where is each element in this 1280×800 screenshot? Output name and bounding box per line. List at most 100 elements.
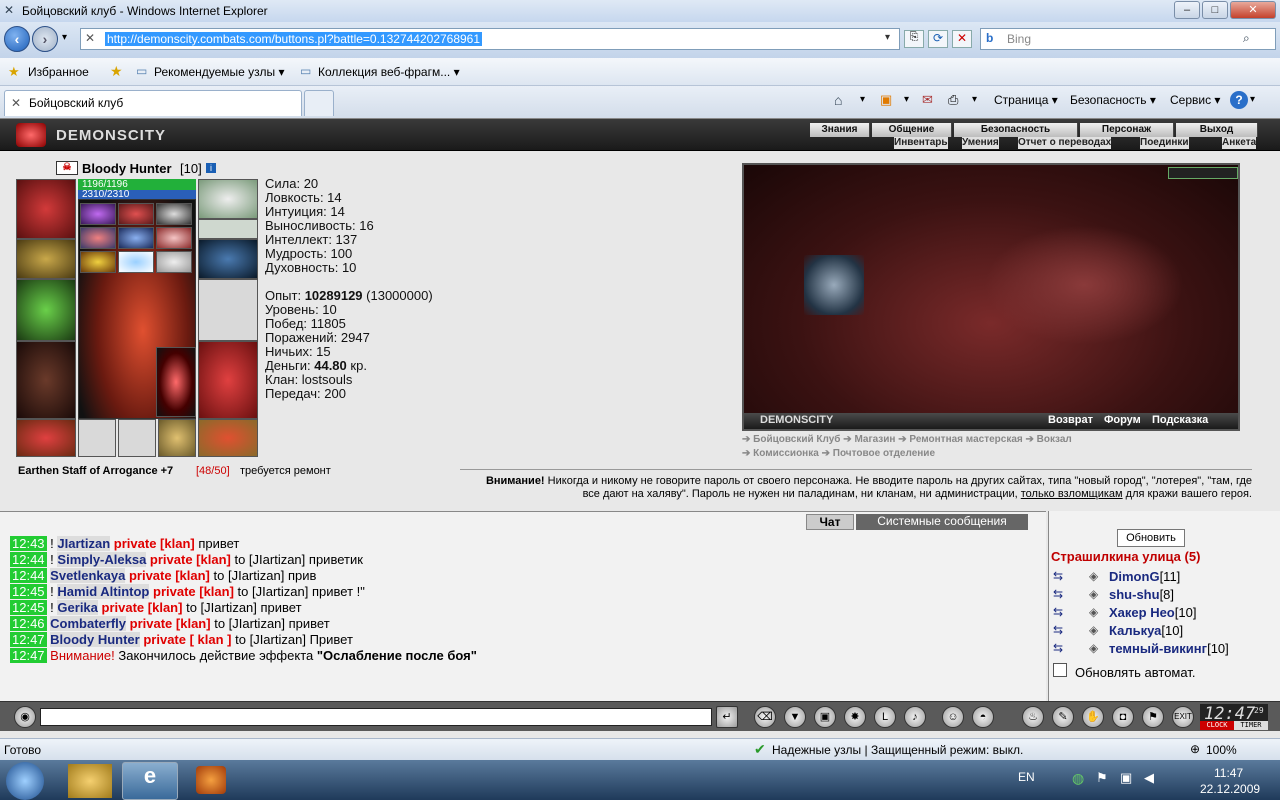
timer-label[interactable]: TIMER (1234, 721, 1268, 730)
shield-slot[interactable] (198, 279, 258, 341)
warning-link[interactable]: только взломщикам (1021, 488, 1123, 500)
orb-slot[interactable] (156, 347, 196, 417)
history-dropdown-icon[interactable]: ▾ (62, 32, 67, 43)
menu-fights[interactable]: Поединки (1140, 137, 1189, 149)
filter-icon[interactable]: ▼ (784, 706, 806, 728)
gloves-slot[interactable] (198, 239, 258, 279)
forum-link[interactable]: Форум (1104, 414, 1141, 426)
rss-icon[interactable]: ▣ (880, 92, 892, 108)
helmet-slot[interactable] (16, 179, 76, 239)
media-player-taskbar-icon[interactable] (196, 766, 226, 794)
scroll-icon[interactable]: ✎ (1052, 706, 1074, 728)
clan-icon[interactable]: ◈ (1089, 587, 1098, 601)
chat-sender[interactable]: Bloody Hunter (50, 632, 140, 647)
nav-shop[interactable]: ➔ Магазин (843, 434, 895, 445)
menu-inventory[interactable]: Инвентарь (894, 137, 948, 149)
home-dropdown-icon[interactable]: ▾ (860, 94, 865, 105)
pants-slot[interactable] (198, 341, 258, 419)
letter-icon[interactable]: L (874, 706, 896, 728)
armor-slot[interactable] (16, 341, 76, 419)
menu-exit[interactable]: Выход (1176, 123, 1258, 137)
scroll-slot[interactable] (158, 419, 196, 457)
auto-refresh-checkbox[interactable] (1053, 663, 1067, 677)
help-dropdown-icon[interactable]: ▾ (1250, 94, 1255, 105)
hand-icon[interactable]: ✋ (1082, 706, 1104, 728)
flag-tray-icon[interactable]: ⚑ (1096, 770, 1108, 786)
bag-icon[interactable]: ◘ (1112, 706, 1134, 728)
ie-taskbar-icon[interactable]: e (122, 762, 178, 800)
empty-slot[interactable] (78, 419, 116, 457)
hint-link[interactable]: Подсказка (1152, 414, 1208, 426)
boots-slot[interactable] (198, 419, 258, 457)
volume-tray-icon[interactable]: ◀ (1144, 770, 1154, 786)
new-tab-button[interactable] (304, 90, 334, 116)
favorites-item-suggested[interactable]: Рекомендуемые узлы ▾ (154, 65, 285, 79)
add-favorite-icon[interactable]: ★ (110, 63, 123, 80)
clear-icon[interactable]: ⌫ (754, 706, 776, 728)
menu-transfers[interactable]: Отчет о переводах (1018, 137, 1112, 149)
empty-slot[interactable] (118, 419, 156, 457)
belt-slot[interactable] (16, 419, 76, 457)
save-icon[interactable]: ▣ (814, 706, 836, 728)
private-message-icon[interactable]: ⇆ (1053, 623, 1063, 637)
minimize-button[interactable]: – (1174, 1, 1200, 19)
effect-icon[interactable] (80, 227, 116, 249)
clan-icon[interactable]: ◈ (1089, 569, 1098, 583)
zoom-level[interactable]: 100% (1206, 743, 1237, 757)
menu-communication[interactable]: Общение (872, 123, 952, 137)
bracers-slot[interactable] (16, 239, 76, 279)
effect-icon[interactable] (80, 251, 116, 273)
maximize-button[interactable]: □ (1202, 1, 1228, 19)
weapon-slot[interactable] (16, 279, 76, 341)
close-button[interactable]: ✕ (1230, 1, 1276, 19)
menu-profile[interactable]: Анкета (1222, 137, 1257, 149)
fighter-icon[interactable]: ✸ (844, 706, 866, 728)
compat-view-icon[interactable]: ⎘ (904, 30, 924, 48)
security-zone[interactable]: Надежные узлы | Защищенный режим: выкл. (772, 743, 1023, 757)
start-button[interactable] (6, 762, 44, 800)
network-tray-icon[interactable]: ◍ (1072, 770, 1084, 787)
page-menu[interactable]: Страница ▾ (994, 93, 1058, 107)
address-dropdown-icon[interactable]: ▾ (885, 32, 890, 43)
chat-sender[interactable]: Svetlenkaya (50, 568, 126, 583)
language-indicator[interactable]: EN (1018, 770, 1035, 784)
private-message-icon[interactable]: ⇆ (1053, 569, 1063, 583)
helmet-icon[interactable]: ◓ (972, 706, 994, 728)
nav-post[interactable]: ➔ Почтовое отделение (822, 448, 935, 459)
chat-sender[interactable]: Combaterfly (50, 616, 127, 631)
location-scene[interactable]: DEMONSCITY Возврат Форум Подсказка (742, 163, 1240, 431)
print-icon[interactable]: ⎙ (948, 92, 958, 108)
chat-input[interactable] (40, 708, 712, 726)
chat-sender[interactable]: Simply-Aleksa (57, 552, 147, 567)
nav-repair[interactable]: ➔ Ремонтная мастерская (898, 434, 1022, 445)
stop-icon[interactable]: ✕ (952, 30, 972, 48)
effect-icon[interactable] (80, 203, 116, 225)
nav-station[interactable]: ➔ Вокзал (1026, 434, 1072, 445)
tower-image[interactable] (804, 255, 864, 315)
exit-icon[interactable]: EXIT (1172, 706, 1194, 728)
building-image[interactable] (984, 225, 1184, 345)
online-player[interactable]: DimonG[11] (1109, 569, 1180, 584)
online-player[interactable]: темный-викинг[10] (1109, 641, 1229, 656)
help-icon[interactable]: ? (1230, 91, 1248, 109)
character-name[interactable]: Bloody Hunter (82, 161, 172, 176)
chat-sender[interactable]: Hamid Altintop (57, 584, 150, 599)
forward-button[interactable]: › (32, 26, 58, 52)
private-message-icon[interactable]: ⇆ (1053, 605, 1063, 619)
mail-icon[interactable]: ✉ (922, 92, 933, 108)
explorer-taskbar-icon[interactable] (68, 764, 112, 798)
effect-icon[interactable] (118, 203, 154, 225)
menu-knowledge[interactable]: Знания (810, 123, 870, 137)
tab-current[interactable]: ✕ Бойцовский клуб (4, 90, 302, 116)
tab-system-messages[interactable]: Системные сообщения (856, 514, 1028, 530)
clock-time[interactable]: 11:47 (1214, 766, 1243, 780)
clan-icon[interactable]: ◈ (1089, 605, 1098, 619)
nav-commission[interactable]: ➔ Комиссионка (742, 448, 819, 459)
chat-sender[interactable]: Gerika (57, 600, 98, 615)
flag-icon[interactable]: ⚑ (1142, 706, 1164, 728)
menu-skills[interactable]: Умения (962, 137, 999, 149)
return-link[interactable]: Возврат (1048, 414, 1093, 426)
rings-slot[interactable] (198, 219, 258, 239)
security-menu[interactable]: Безопасность ▾ (1070, 93, 1156, 107)
print-dropdown-icon[interactable]: ▾ (972, 94, 977, 105)
